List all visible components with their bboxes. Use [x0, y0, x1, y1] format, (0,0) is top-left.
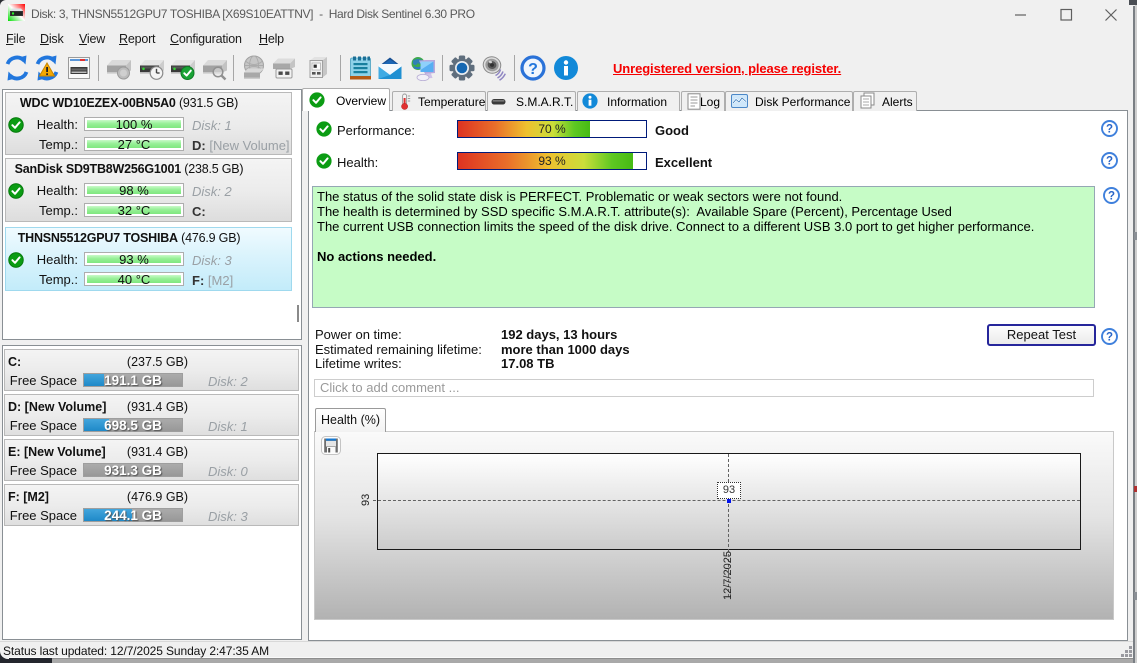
svg-text:?: ? [1106, 124, 1113, 136]
svg-text:?: ? [1106, 332, 1113, 344]
svg-text:?: ? [1108, 191, 1115, 203]
svg-text:?: ? [1106, 156, 1113, 168]
svg-text:?: ? [528, 61, 538, 78]
